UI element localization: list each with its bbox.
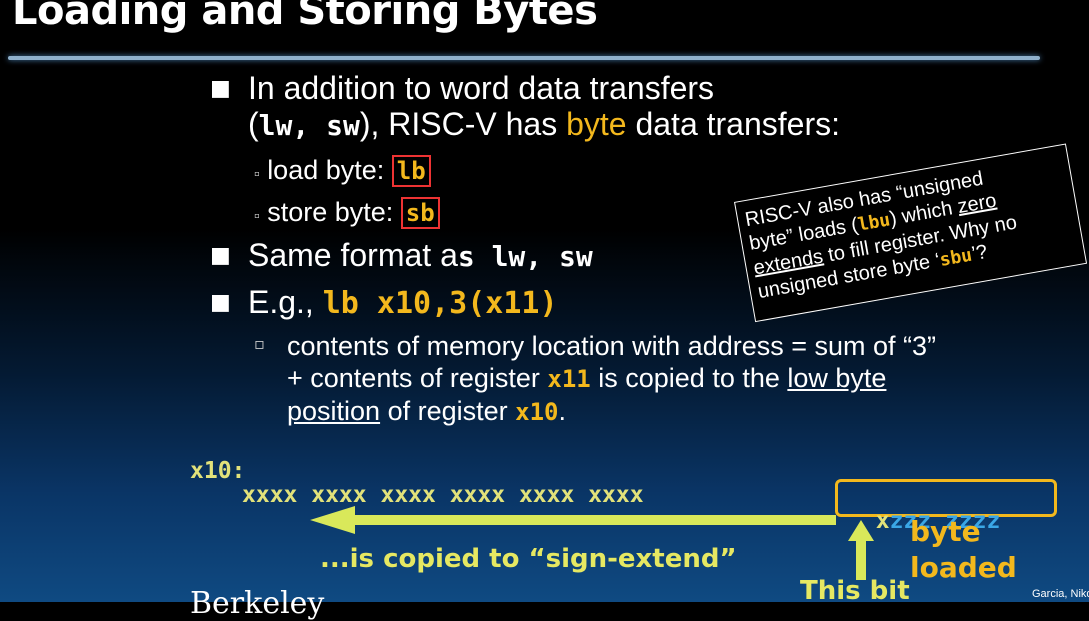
footer-credit: Garcia, Nikolić xyxy=(1032,588,1089,600)
sign-extend-label: ...is copied to “sign-extend” xyxy=(320,544,737,574)
cut-off-logo-text: Berkeley xyxy=(190,586,325,621)
byte-loaded-line-1: byte xyxy=(910,515,981,548)
left-arrow-icon xyxy=(310,506,836,534)
byte-loaded-line-2: loaded xyxy=(910,551,1017,584)
byte-loaded-label: byte loaded xyxy=(910,514,1017,586)
diagram-arrows xyxy=(310,506,874,580)
up-arrow-icon xyxy=(848,520,874,580)
